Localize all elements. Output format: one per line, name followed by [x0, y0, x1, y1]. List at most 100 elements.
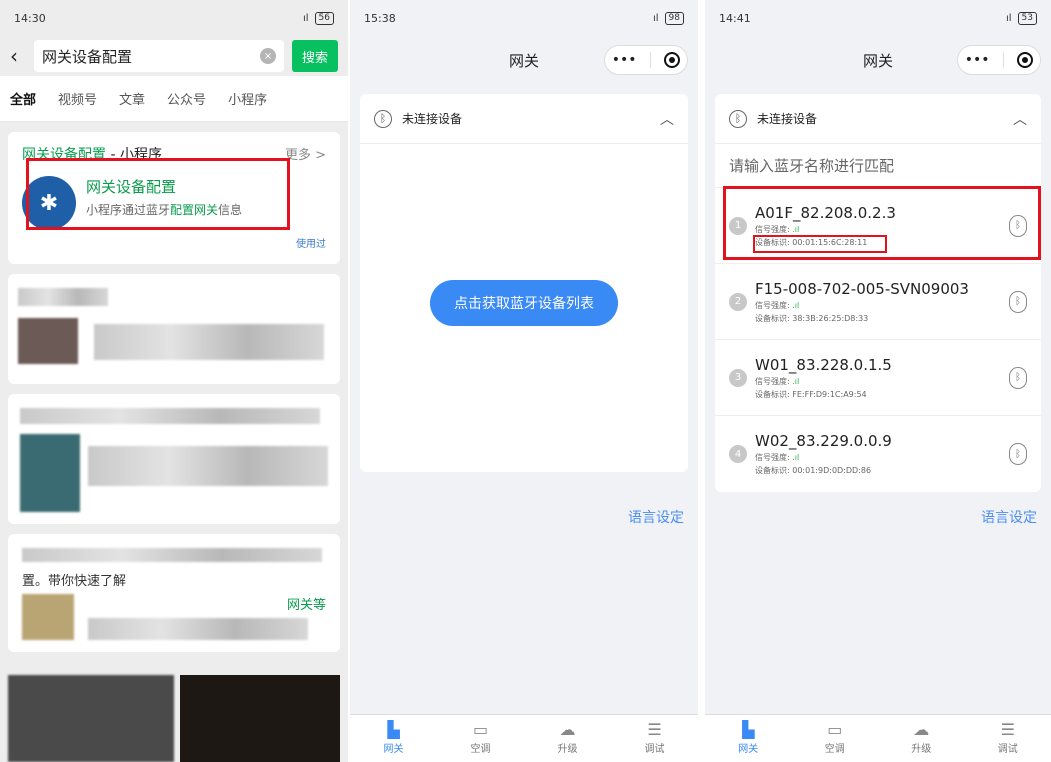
- signal-strength: 信号强度: .ıl: [755, 453, 800, 462]
- device-item[interactable]: 2 F15-008-702-005-SVN09003 信号强度: .ıl 设备标…: [715, 264, 1041, 340]
- gateway-screen-device-list: 14:41 ıl 53 网关 ••• ᛒ 未连接设备 ︿ 请输入蓝牙名称进行匹配 …: [705, 0, 1051, 762]
- wechat-search-screen: 14:30 ıl 56 ‹ 网关设备配置 × 搜索 全部 视频号 文章 公众号 小…: [0, 0, 348, 762]
- gateway-icon: ▙: [742, 720, 755, 739]
- tab-upgrade[interactable]: ☁ 升级: [878, 715, 965, 762]
- filter-tab-channels[interactable]: 视频号: [58, 89, 97, 108]
- language-setting-link[interactable]: 语言设定: [628, 507, 684, 527]
- battery-indicator: 98: [664, 11, 684, 25]
- status-bar: 14:30 ıl 56: [0, 0, 348, 36]
- blurred-content: [88, 446, 328, 486]
- miniprogram-result-card[interactable]: 网关设备配置 - 小程序 更多 > ✱ 网关设备配置 小程序通过蓝牙配置网关信息…: [8, 132, 340, 264]
- device-mac: 设备标识: 38:3B:26:25:D8:33: [755, 313, 869, 323]
- status-time: 14:30: [14, 11, 46, 25]
- tab-debug[interactable]: ☰ 调试: [965, 715, 1051, 762]
- blurred-content: [22, 548, 322, 562]
- signal-icon: ıl: [1005, 12, 1012, 24]
- blurred-content: [8, 675, 174, 762]
- bluetooth-icon: ᛒ: [729, 109, 747, 128]
- target-icon[interactable]: [1017, 52, 1034, 68]
- bluetooth-icon: ᛒ: [1009, 290, 1027, 313]
- tab-upgrade[interactable]: ☁ 升级: [524, 715, 611, 762]
- device-mac: 设备标识: FE:FF:D9:1C:A9:54: [755, 389, 867, 399]
- blurred-content: [180, 675, 340, 762]
- highlight-box: [26, 158, 290, 230]
- device-index: 4: [729, 445, 747, 463]
- battery-indicator: 53: [1017, 11, 1037, 25]
- device-name: W02_83.229.0.0.9: [755, 432, 892, 450]
- language-setting-link[interactable]: 语言设定: [981, 507, 1037, 527]
- signal-bars-icon: .ıl: [792, 453, 800, 462]
- bluetooth-icon: ᛒ: [1009, 443, 1027, 465]
- bluetooth-header[interactable]: ᛒ 未连接设备 ︿: [360, 94, 688, 144]
- search-input[interactable]: 网关设备配置 ×: [34, 40, 284, 72]
- more-link[interactable]: 更多 >: [285, 144, 326, 164]
- gateway-screen-empty: 15:38 ıl 98 网关 ••• ᛒ 未连接设备 ︿ 点击获取蓝牙设备列表 语…: [350, 0, 698, 762]
- device-mac: 设备标识: 00:01:9D:0D:DD:86: [755, 466, 872, 475]
- chevron-up-icon[interactable]: ︿: [1013, 109, 1027, 129]
- search-filter-tabs: 全部 视频号 文章 公众号 小程序: [0, 76, 348, 122]
- status-bar: 14:41 ıl 53: [705, 0, 1051, 36]
- more-dots-icon[interactable]: •••: [965, 52, 990, 68]
- signal-bars-icon: .ıl: [792, 300, 800, 310]
- capsule-menu: •••: [604, 45, 688, 75]
- device-name: W01_83.228.0.1.5: [755, 355, 892, 374]
- battery-indicator: 56: [314, 11, 334, 25]
- used-badge: 使用过: [296, 239, 326, 250]
- gateway-icon: ▙: [387, 720, 400, 739]
- tab-debug[interactable]: ☰ 调试: [611, 715, 698, 762]
- aircon-icon: ▭: [827, 720, 843, 739]
- device-item[interactable]: 4 W02_83.229.0.0.9 信号强度: .ıl 设备标识: 00:01…: [715, 416, 1041, 492]
- connection-status: 未连接设备: [757, 112, 818, 126]
- back-arrow-icon[interactable]: ‹: [10, 44, 26, 68]
- status-bar: 15:38 ıl 98: [350, 0, 698, 36]
- tab-gateway[interactable]: ▙ 网关: [705, 715, 792, 762]
- clear-icon[interactable]: ×: [259, 48, 276, 64]
- blurred-content: [18, 318, 78, 364]
- tab-bar: ▙ 网关 ▭ 空调 ☁ 升级 ☰ 调试: [705, 714, 1051, 762]
- blurred-result-card[interactable]: [8, 274, 340, 384]
- chevron-up-icon[interactable]: ︿: [660, 109, 674, 129]
- target-icon[interactable]: [664, 52, 681, 68]
- blurred-content: [20, 408, 320, 424]
- device-index: 2: [729, 292, 747, 311]
- filter-tab-accounts[interactable]: 公众号: [167, 89, 206, 108]
- signal-bars-icon: .ıl: [792, 376, 800, 386]
- more-dots-icon[interactable]: •••: [612, 52, 637, 68]
- debug-icon: ☰: [647, 720, 662, 739]
- bluetooth-icon: ᛒ: [374, 109, 392, 128]
- upgrade-icon: ☁: [559, 720, 576, 739]
- tab-aircon[interactable]: ▭ 空调: [437, 715, 524, 762]
- signal-strength: 信号强度: .ıl: [755, 376, 800, 386]
- nav-bar: 网关 •••: [350, 36, 698, 84]
- status-time: 15:38: [364, 11, 396, 25]
- page-title: 网关: [862, 51, 893, 70]
- debug-icon: ☰: [1000, 720, 1015, 739]
- video-thumbnails[interactable]: [8, 675, 340, 762]
- filter-tab-all[interactable]: 全部: [10, 89, 36, 108]
- blurred-content: [94, 324, 324, 360]
- bluetooth-header[interactable]: ᛒ 未连接设备 ︿: [715, 94, 1041, 144]
- aircon-icon: ▭: [472, 720, 489, 739]
- filter-tab-miniprogram[interactable]: 小程序: [228, 89, 267, 108]
- post-keyword: 网关等: [286, 598, 326, 613]
- bluetooth-panel: ᛒ 未连接设备 ︿ 请输入蓝牙名称进行匹配 1 A01F_82.208.0.2.…: [715, 94, 1041, 492]
- status-time: 14:41: [719, 11, 751, 25]
- blurred-result-card[interactable]: [8, 394, 340, 524]
- post-fragment: 置。带你快速了解: [22, 574, 127, 589]
- tab-bar: ▙ 网关 ▭ 空调 ☁ 升级 ☰ 调试: [350, 714, 698, 762]
- tab-aircon[interactable]: ▭ 空调: [792, 715, 879, 762]
- capsule-menu: •••: [957, 45, 1041, 75]
- device-item[interactable]: 3 W01_83.228.0.1.5 信号强度: .ıl 设备标识: FE:FF…: [715, 340, 1041, 416]
- page-title: 网关: [508, 51, 539, 70]
- search-bar: ‹ 网关设备配置 × 搜索: [0, 36, 348, 76]
- bluetooth-name-filter-input[interactable]: 请输入蓝牙名称进行匹配: [715, 144, 1041, 188]
- signal-strength: 信号强度: .ıl: [755, 300, 800, 310]
- signal-icon: ıl: [652, 12, 659, 24]
- filter-tab-articles[interactable]: 文章: [119, 89, 145, 108]
- article-result-card[interactable]: 置。带你快速了解 网关等: [8, 534, 340, 652]
- search-button[interactable]: 搜索: [291, 40, 338, 72]
- fetch-devices-button[interactable]: 点击获取蓝牙设备列表: [430, 280, 618, 326]
- blurred-content: [20, 434, 80, 512]
- device-name: F15-008-702-005-SVN09003: [755, 279, 969, 298]
- tab-gateway[interactable]: ▙ 网关: [350, 715, 437, 762]
